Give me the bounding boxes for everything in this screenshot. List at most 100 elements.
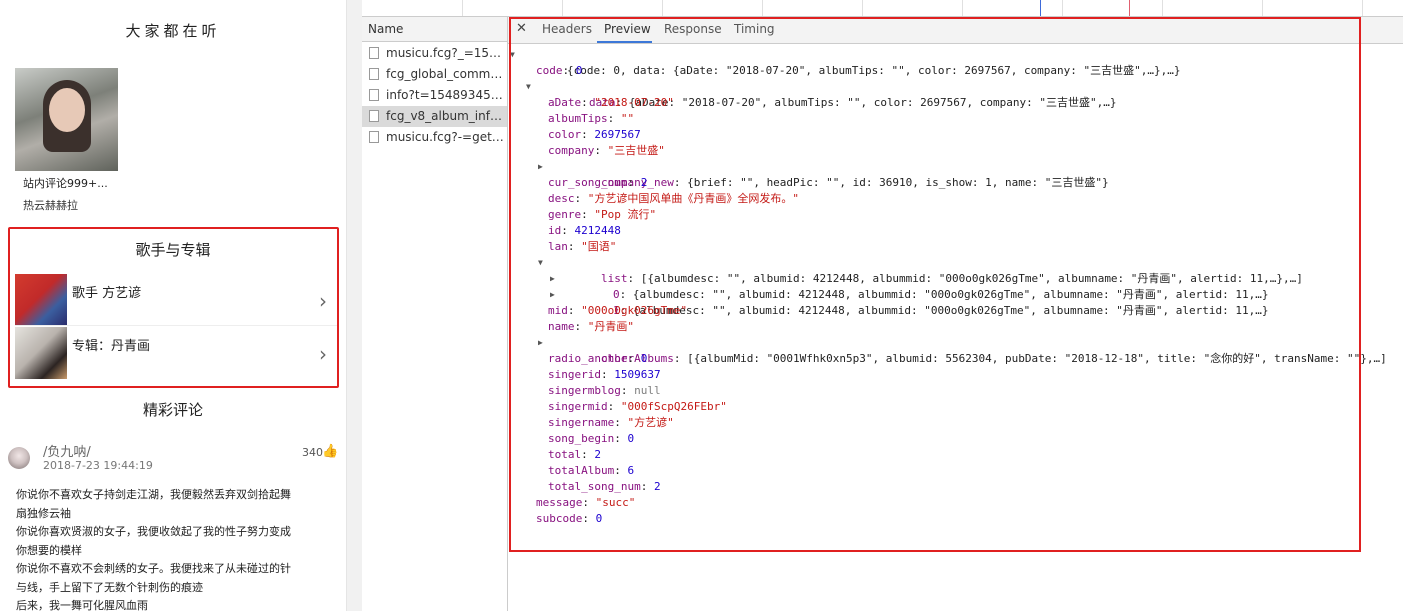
highlight-box xyxy=(8,227,339,388)
json-row-company-new[interactable]: ▶ company_new: {brief: "", headPic: "", i… xyxy=(514,159,1387,189)
request-name: info?t=1548934502... xyxy=(386,88,507,102)
json-row-list[interactable]: ▼ list: [{albumdesc: "", albumid: 4212448… xyxy=(514,255,1387,285)
json-value: 0 xyxy=(640,352,648,365)
expand-triangle-icon[interactable]: ▶ xyxy=(538,335,543,351)
json-row: desc: "方艺谚中国风单曲《丹青画》全网发布。" xyxy=(548,192,799,205)
document-icon xyxy=(369,110,379,122)
expand-triangle-icon[interactable]: ▶ xyxy=(550,271,555,287)
page-scrollbar[interactable] xyxy=(346,0,363,611)
json-row: color: 2697567 xyxy=(548,128,641,141)
json-value: 0 xyxy=(627,432,635,445)
timeline-gridline xyxy=(562,0,563,16)
json-row: subcode: 0 xyxy=(536,512,603,525)
request-row[interactable]: fcg_global_commen... xyxy=(362,64,507,85)
request-row[interactable]: info?t=1548934502... xyxy=(362,85,507,106)
timeline-gridline xyxy=(862,0,863,16)
json-row-list-item[interactable]: ▶ 0: {albumdesc: "", albumid: 4212448, al… xyxy=(514,271,1387,301)
tab-headers[interactable]: Headers xyxy=(542,22,592,36)
json-row: name: "丹青画" xyxy=(548,320,634,333)
expand-triangle-icon[interactable]: ▼ xyxy=(538,255,543,271)
json-row-list-item[interactable]: ▶ 1: {albumdesc: "", albumid: 4212448, al… xyxy=(514,287,1387,317)
comment-text: 你说你不喜欢女子持剑走江湖，我便毅然丢弃双剑拾起舞 扇独修云袖 你说你喜欢贤淑的… xyxy=(16,486,328,611)
json-value: null xyxy=(634,384,661,397)
json-value: 2697567 xyxy=(594,128,641,141)
request-name: musicu.fcg?-=getpl... xyxy=(386,130,507,144)
request-row[interactable]: musicu.fcg?_=15489... xyxy=(362,43,507,64)
avatar[interactable] xyxy=(8,447,30,469)
timeline-gridline xyxy=(1062,0,1063,16)
json-value: "" xyxy=(620,112,635,125)
request-name: musicu.fcg?_=15489... xyxy=(386,46,507,60)
json-row: singermblog: null xyxy=(548,384,661,397)
json-value: "方艺谚" xyxy=(627,416,674,429)
document-icon xyxy=(369,68,379,80)
request-row[interactable]: musicu.fcg?-=getpl... xyxy=(362,127,507,148)
expand-triangle-icon[interactable]: ▶ xyxy=(538,159,543,175)
comment-timestamp: 2018-7-23 19:44:19 xyxy=(43,459,153,472)
json-row: singerid: 1509637 xyxy=(548,368,661,381)
tab-response[interactable]: Response xyxy=(664,22,722,36)
expand-triangle-icon[interactable]: ▶ xyxy=(550,287,555,303)
section-title-comments: 精彩评论 xyxy=(142,401,203,419)
json-value: 1509637 xyxy=(614,368,661,381)
json-row: mid: "000o0gk026gTme" xyxy=(548,304,688,317)
json-value: "丹青画" xyxy=(587,320,634,333)
json-value: 0 xyxy=(595,512,603,525)
json-row: albumTips: "" xyxy=(548,112,635,125)
timeline-gridline xyxy=(962,0,963,16)
json-value: "000o0gk026gTme" xyxy=(581,304,688,317)
comment-line: 你说你不喜欢女子持剑走江湖，我便毅然丢弃双剑拾起舞 xyxy=(16,488,291,501)
json-value: 0 xyxy=(575,64,583,77)
expand-triangle-icon[interactable]: ▼ xyxy=(510,47,515,63)
detail-tab-bar: ✕ Headers Preview Response Timing xyxy=(508,17,1403,44)
timeline-gridline xyxy=(1262,0,1263,16)
request-name: fcg_global_commen... xyxy=(386,67,507,81)
json-row: total_song_num: 2 xyxy=(548,480,661,493)
json-row-data[interactable]: ▼ data: {aDate: "2018-07-20", albumTips: … xyxy=(514,79,1387,109)
recommend-subtitle: 热云赫赫拉 xyxy=(23,199,78,212)
comment-line: 你说你喜欢贤淑的女子，我便收敛起了我的性子努力变成 xyxy=(16,525,291,538)
json-preview-tree: ▼ {code: 0, data: {aDate: "2018-07-20", a… xyxy=(510,47,1387,527)
json-row: singername: "方艺谚" xyxy=(548,416,674,429)
tab-preview[interactable]: Preview xyxy=(604,22,651,36)
timeline-overview[interactable] xyxy=(362,0,1403,17)
document-icon xyxy=(369,131,379,143)
json-value: 2 xyxy=(594,448,601,461)
name-column-header[interactable]: Name xyxy=(362,17,507,42)
timeline-gridline xyxy=(462,0,463,16)
json-row-root[interactable]: ▼ {code: 0, data: {aDate: "2018-07-20", a… xyxy=(510,47,1387,77)
tab-timing[interactable]: Timing xyxy=(734,22,775,36)
json-value: 6 xyxy=(627,464,635,477)
like-count: 340 xyxy=(302,446,323,459)
dom-content-loaded-marker xyxy=(1040,0,1041,16)
thumbs-up-icon[interactable]: 👍 xyxy=(322,444,338,459)
json-row: genre: "Pop 流行" xyxy=(548,208,657,221)
recommend-cover[interactable] xyxy=(15,68,118,171)
timeline-gridline xyxy=(662,0,663,16)
json-row: lan: "国语" xyxy=(548,240,617,253)
timeline-gridline xyxy=(1162,0,1163,16)
json-value: 2 xyxy=(653,480,661,493)
json-row: total: 2 xyxy=(548,448,601,461)
json-row: message: "succ" xyxy=(536,496,636,509)
document-icon xyxy=(369,89,379,101)
expand-triangle-icon[interactable]: ▼ xyxy=(526,79,531,95)
json-row: id: 4212448 xyxy=(548,224,621,237)
active-tab-indicator xyxy=(597,41,652,43)
request-row-selected[interactable]: fcg_v8_album_info_c... xyxy=(362,106,507,127)
load-event-marker xyxy=(1129,0,1130,16)
json-row: radio_anchor: 0 xyxy=(548,352,648,365)
comment-line: 与线，手上留下了无数个针刺伤的痕迹 xyxy=(16,580,203,594)
json-value: 2 xyxy=(640,176,648,189)
comment-line: 你说你不喜欢不会刺绣的女子。我便找来了从未碰过的针 xyxy=(16,562,291,575)
json-value: 4212448 xyxy=(574,224,621,237)
comment-username[interactable]: /负九呐/ xyxy=(43,441,91,460)
json-row-other-albums[interactable]: ▶ otherAlbums: [{albumMid: "0001Wfhk0xn5p… xyxy=(514,335,1387,365)
comment-line: 你想要的模样 xyxy=(16,543,82,557)
close-icon[interactable]: ✕ xyxy=(516,21,527,36)
json-value: "succ" xyxy=(595,496,636,509)
cover-face xyxy=(49,88,85,132)
json-value: "000fScpQ26FEbr" xyxy=(620,400,727,413)
json-value: "方艺谚中国风单曲《丹青画》全网发布。" xyxy=(587,192,799,205)
recommend-title[interactable]: 站内评论999+... xyxy=(23,175,108,191)
